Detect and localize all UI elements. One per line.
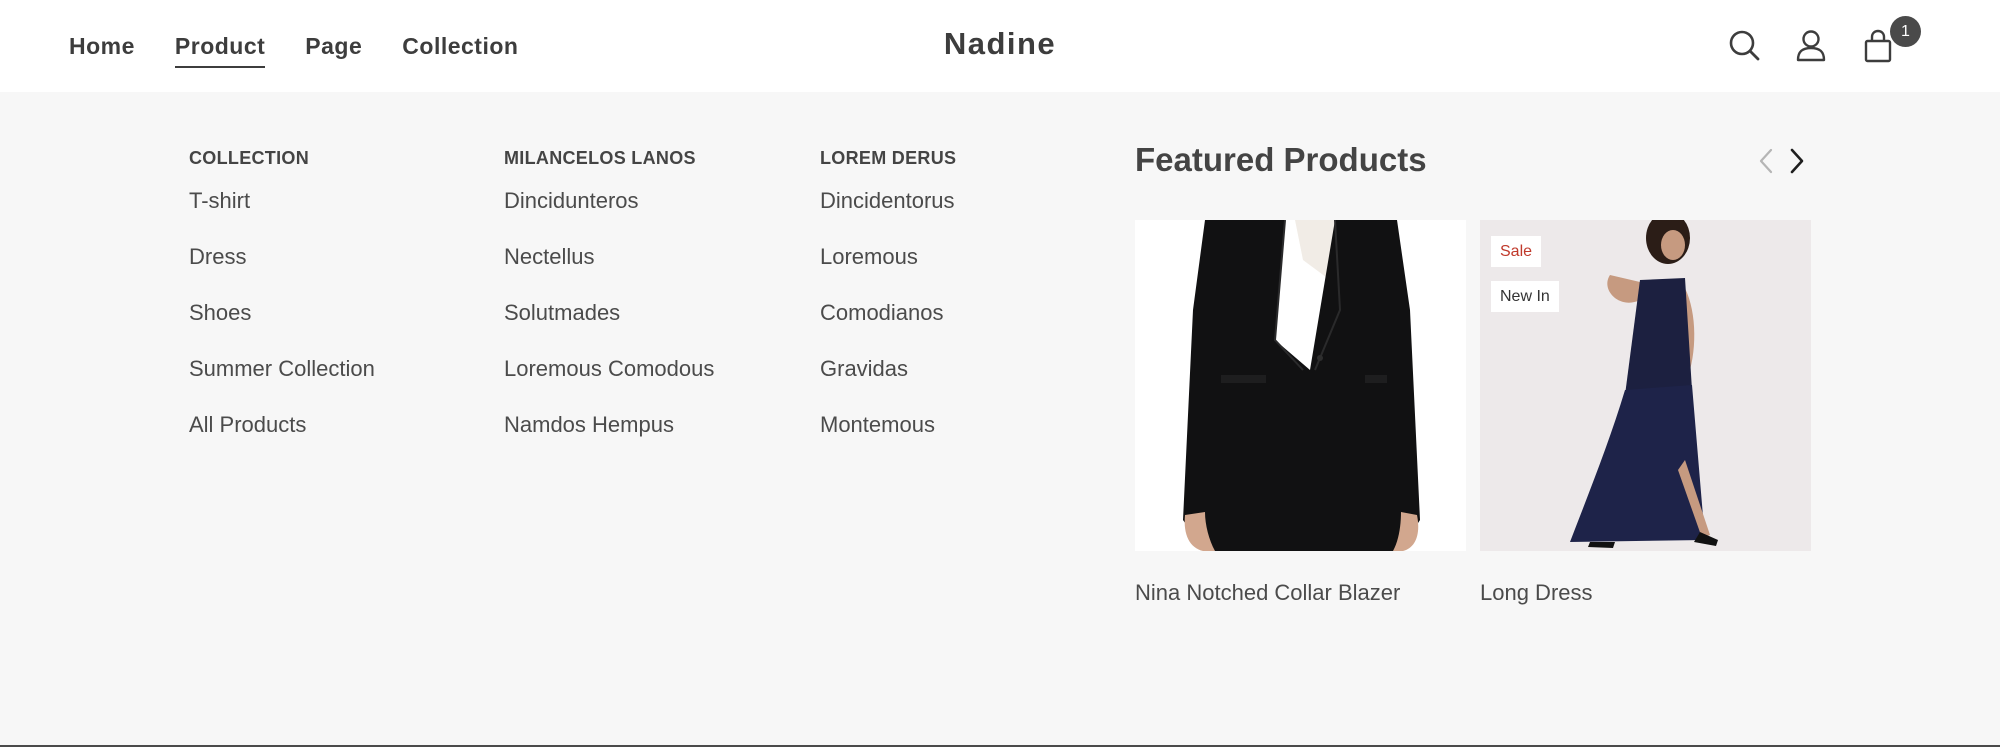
site-header: Home Product Page Collection Nadine 1 [0, 0, 2000, 92]
menu-link[interactable]: Summer Collection [189, 355, 375, 411]
menu-link[interactable]: Shoes [189, 299, 375, 355]
menu-link[interactable]: Loremous [820, 243, 956, 299]
menu-link[interactable]: Solutmades [504, 299, 714, 355]
menu-link[interactable]: Comodianos [820, 299, 956, 355]
chevron-right-icon[interactable] [1783, 146, 1811, 176]
menu-column-collection: COLLECTION T-shirt Dress Shoes Summer Co… [189, 146, 375, 467]
column-heading: COLLECTION [189, 148, 309, 168]
cart-count-badge: 1 [1890, 16, 1921, 47]
column-heading: MILANCELOS LANOS [504, 148, 696, 168]
product-card-blazer[interactable]: Nina Notched Collar Blazer [1135, 220, 1466, 606]
menu-link[interactable]: Dress [189, 243, 375, 299]
menu-link[interactable]: T-shirt [189, 187, 375, 243]
menu-link[interactable]: Nectellus [504, 243, 714, 299]
menu-column-lorem-derus: LOREM DERUS Dincidentorus Loremous Comod… [820, 146, 956, 467]
menu-link[interactable]: Loremous Comodous [504, 355, 714, 411]
menu-link[interactable]: Montemous [820, 411, 956, 467]
product-name[interactable]: Long Dress [1480, 580, 1811, 606]
menu-link[interactable]: Dincidentorus [820, 187, 956, 243]
user-icon[interactable] [1791, 26, 1831, 66]
sale-badge: Sale [1491, 236, 1542, 267]
product-card-long-dress[interactable]: Sale New In Long Dress [1480, 220, 1811, 606]
product-image-long-dress[interactable]: Sale New In [1480, 220, 1811, 551]
column-heading: LOREM DERUS [820, 148, 957, 168]
menu-column-milancelos: MILANCELOS LANOS Dincidunteros Nectellus… [504, 146, 714, 467]
featured-products-title: Featured Products [1135, 141, 1427, 178]
menu-link[interactable]: Dincidunteros [504, 187, 714, 243]
search-icon[interactable] [1725, 26, 1765, 66]
product-image-blazer[interactable] [1135, 220, 1466, 551]
new-in-badge: New In [1491, 281, 1559, 312]
menu-link[interactable]: All Products [189, 411, 375, 467]
chevron-left-icon[interactable] [1752, 146, 1780, 176]
menu-link[interactable]: Namdos Hempus [504, 411, 714, 467]
product-name[interactable]: Nina Notched Collar Blazer [1135, 580, 1466, 606]
site-logo[interactable]: Nadine [0, 26, 2000, 62]
menu-link[interactable]: Gravidas [820, 355, 956, 411]
